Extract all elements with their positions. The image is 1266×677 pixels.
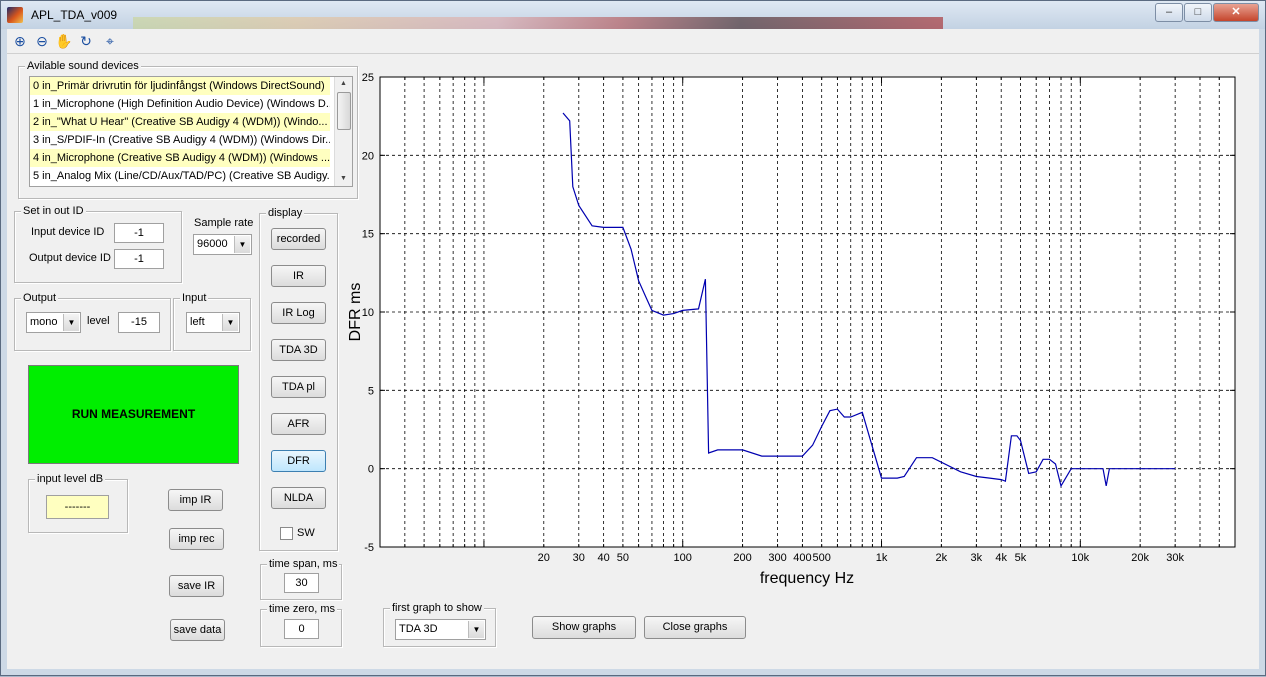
y-tick-label: 5 [368,385,374,397]
app-window: APL_TDA_v009 – □ ✕ ⊕ ⊖ ✋ ↻ ⌖ Avilable so… [0,0,1266,676]
y-tick-label: -5 [364,542,374,554]
x-tick-label: 400 [793,552,811,564]
x-tick-label: 10k [1071,552,1089,564]
x-tick-label: 2k [936,552,948,564]
x-tick-label: 1k [876,552,888,564]
x-tick-label: 30k [1166,552,1184,564]
y-tick-label: 20 [362,150,374,162]
x-tick-label: 20 [538,552,550,564]
x-tick-label: 500 [813,552,831,564]
x-tick-label: 200 [733,552,751,564]
x-tick-label: 300 [768,552,786,564]
x-tick-label: 4k [995,552,1007,564]
x-axis-label: frequency Hz [760,570,854,587]
y-axis-label: DFR ms [347,283,364,342]
dfr-chart: -5051015202520 30 40 50 100 200 300 400 500 1k 2k 3… [347,72,1236,587]
x-tick-label: 5k [1015,552,1027,564]
x-tick-label: 50 [617,552,629,564]
x-tick-label: 30 [573,552,585,564]
x-tick-label: 20k [1131,552,1149,564]
x-tick-label: 3k [971,552,983,564]
y-tick-label: 0 [368,464,374,476]
x-tick-label: 40 [598,552,610,564]
x-tick-label: 100 [674,552,692,564]
y-tick-label: 25 [362,72,374,84]
y-tick-label: 15 [362,229,374,241]
